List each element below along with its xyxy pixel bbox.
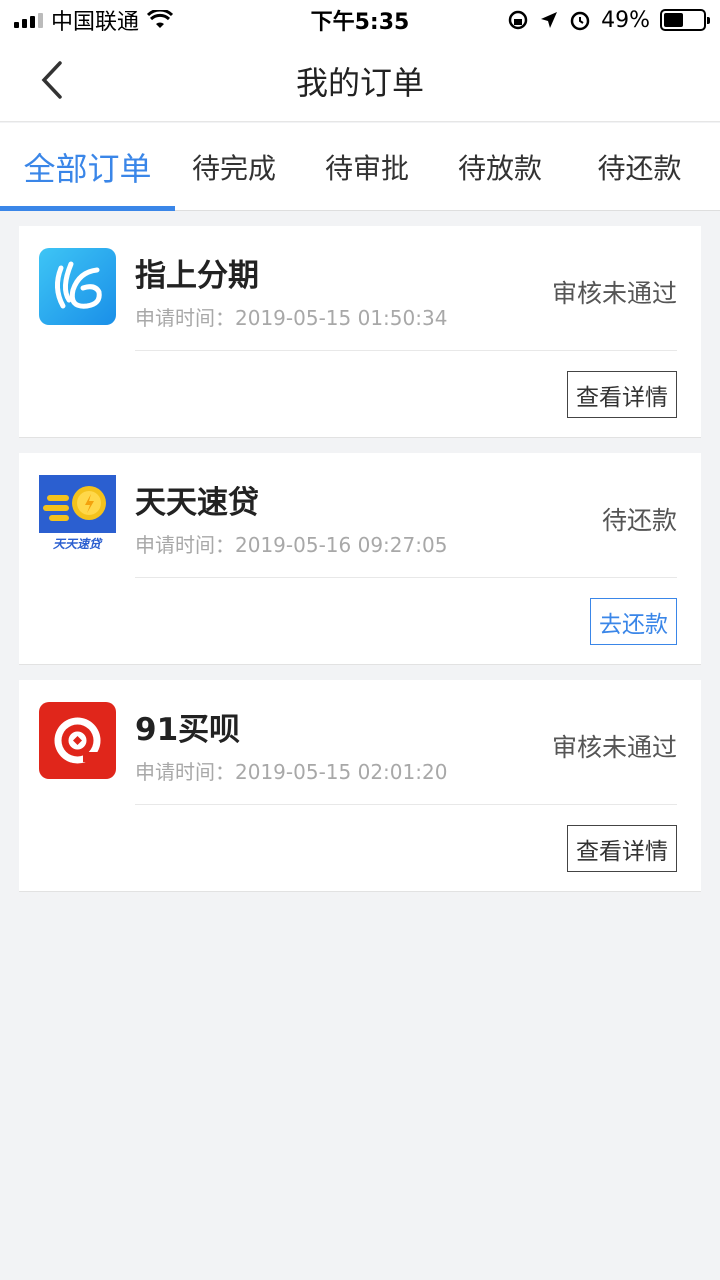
order-status: 待还款: [601, 506, 677, 535]
apply-time-value: 2019-05-15 02:01:20: [235, 760, 448, 784]
status-time: 下午5:35: [310, 10, 410, 35]
apply-time: 申请时间：2019-05-15 01:50:34: [135, 302, 447, 331]
status-left: 中国联通: [14, 4, 274, 36]
maibei-logo-icon: [39, 702, 116, 779]
order-list: 指上分期 申请时间：2019-05-15 01:50:34 审核未通过 查看详情…: [0, 226, 720, 907]
rotation-lock-icon: [508, 10, 528, 30]
order-tabs: 全部订单 待完成 待审批 待放款 待还款: [0, 123, 720, 211]
battery-icon: [660, 9, 710, 31]
battery-percent: 49%: [601, 7, 650, 33]
divider: [135, 577, 677, 578]
tiantian-logo-text: 天天速贷: [53, 537, 103, 551]
wifi-icon: [147, 10, 174, 28]
apply-time: 申请时间：2019-05-16 09:27:05: [135, 529, 447, 558]
tab-pending-approval[interactable]: 待审批: [293, 123, 441, 211]
back-button[interactable]: [30, 58, 74, 102]
apply-time-label: 申请时间：: [135, 306, 235, 330]
order-status: 审核未通过: [551, 733, 677, 762]
tab-pending-complete[interactable]: 待完成: [175, 123, 293, 211]
tab-all-orders[interactable]: 全部订单: [0, 123, 175, 211]
divider: [135, 804, 677, 805]
page-title: 我的订单: [295, 63, 424, 102]
battery-fill: [664, 13, 683, 27]
order-status: 审核未通过: [551, 279, 677, 308]
view-details-button[interactable]: 查看详情: [567, 371, 677, 418]
order-card[interactable]: 91买呗 申请时间：2019-05-15 02:01:20 审核未通过 查看详情: [19, 680, 701, 892]
product-name: 91买呗: [135, 712, 241, 748]
view-details-button[interactable]: 查看详情: [567, 825, 677, 872]
product-name: 指上分期: [135, 258, 259, 294]
order-card[interactable]: 天天速贷 天天速贷 申请时间：2019-05-16 09:27:05 待还款 去…: [19, 453, 701, 665]
repay-button[interactable]: 去还款: [590, 598, 677, 645]
apply-time: 申请时间：2019-05-15 02:01:20: [135, 756, 447, 785]
location-icon: [541, 12, 558, 28]
status-right: 49%: [446, 7, 710, 33]
apply-time-label: 申请时间：: [135, 533, 235, 557]
status-bar: 中国联通 下午5:35 49%: [0, 0, 720, 40]
apply-time-label: 申请时间：: [135, 760, 235, 784]
order-card[interactable]: 指上分期 申请时间：2019-05-15 01:50:34 审核未通过 查看详情: [19, 226, 701, 438]
signal-icon: [14, 12, 43, 28]
divider: [135, 350, 677, 351]
tab-pending-repay[interactable]: 待还款: [559, 123, 720, 211]
nav-bar: 我的订单: [0, 40, 720, 122]
chevron-left-icon: [41, 61, 62, 99]
alarm-icon: [570, 11, 590, 31]
carrier-label: 中国联通: [51, 10, 140, 35]
apply-time-value: 2019-05-16 09:27:05: [235, 533, 448, 557]
tiantian-logo-icon: 天天速贷: [39, 475, 116, 552]
apply-time-value: 2019-05-15 01:50:34: [235, 306, 448, 330]
zhishang-logo-icon: [39, 248, 116, 325]
tab-pending-loan[interactable]: 待放款: [441, 123, 559, 211]
product-name: 天天速贷: [135, 485, 259, 521]
